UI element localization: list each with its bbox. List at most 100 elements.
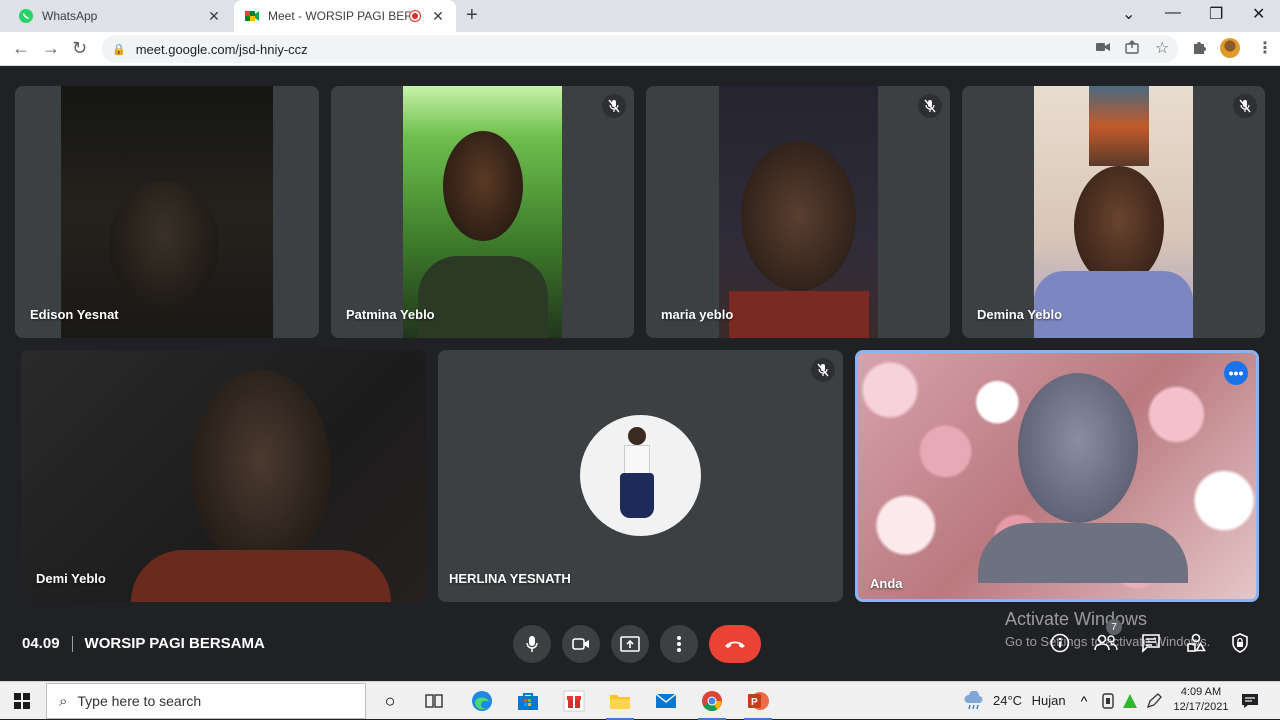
phone-hangup-icon	[725, 641, 745, 648]
person-image	[109, 181, 219, 311]
profile-avatar[interactable]	[1220, 38, 1240, 58]
chrome-icon[interactable]	[698, 689, 726, 720]
show-hidden-icons-chevron-icon[interactable]: ^	[1072, 689, 1096, 713]
participant-avatar	[580, 415, 701, 536]
host-controls-button[interactable]	[1231, 633, 1249, 653]
participant-tile[interactable]: Demina Yeblo	[962, 86, 1265, 338]
device-icon[interactable]	[1096, 689, 1120, 713]
chat-icon	[1142, 634, 1160, 653]
pen-icon[interactable]	[1142, 689, 1166, 713]
tab-close-icon[interactable]: ✕	[430, 8, 446, 25]
weather-text[interactable]: 24°C Hujan	[993, 693, 1066, 708]
person-image	[1074, 166, 1164, 286]
mic-off-icon	[811, 358, 835, 382]
participant-tile[interactable]: HERLINA YESNATH	[438, 350, 843, 602]
close-window-icon[interactable]: ✕	[1252, 4, 1265, 24]
person-image	[131, 550, 391, 602]
mic-off-icon	[1233, 94, 1257, 118]
participant-tile[interactable]: Edison Yesnat	[15, 86, 319, 338]
participant-name: maria yeblo	[661, 307, 734, 322]
video-camera-icon	[572, 638, 589, 650]
participant-name: Edison Yesnat	[30, 307, 119, 322]
camera-icon[interactable]	[1096, 40, 1110, 56]
url-text: meet.google.com/jsd-hniy-ccz	[135, 41, 308, 57]
participant-name: Demina Yeblo	[977, 307, 1063, 322]
minimize-icon[interactable]: —	[1165, 4, 1181, 22]
person-image	[620, 473, 654, 518]
powerpoint-icon[interactable]: P	[744, 689, 772, 720]
person-image	[443, 131, 523, 241]
participant-tile[interactable]: Patmina Yeblo	[331, 86, 634, 338]
meeting-name: WORSIP PAGI BERSAMA	[84, 635, 265, 652]
shield-lock-icon	[1232, 633, 1248, 653]
participant-tile[interactable]: Demi Yeblo	[21, 350, 426, 602]
participant-name: Demi Yeblo	[36, 571, 106, 586]
participant-name: Patmina Yeblo	[346, 307, 435, 322]
weather-temperature: 24°C	[993, 693, 1023, 708]
clock-time: 4:09 AM	[1180, 686, 1222, 698]
person-image	[1018, 373, 1138, 523]
microphone-button[interactable]	[513, 625, 551, 663]
forward-icon[interactable]: →	[42, 38, 60, 59]
mail-icon[interactable]	[654, 689, 678, 713]
system-clock[interactable]: 4:09 AM 12/17/2021	[1170, 685, 1232, 715]
bookmark-star-icon[interactable]: ☆	[1155, 38, 1169, 58]
weather-rain-icon[interactable]	[962, 689, 986, 713]
back-icon[interactable]: ←	[12, 38, 30, 59]
video-feed	[21, 350, 426, 602]
info-icon	[1050, 633, 1070, 653]
microsoft-store-icon[interactable]	[516, 689, 540, 713]
more-options-button[interactable]	[660, 625, 698, 663]
search-icon: ⌕	[59, 692, 68, 710]
meeting-details-button[interactable]	[1050, 633, 1070, 653]
app-triangle-icon[interactable]	[1118, 689, 1142, 713]
people-count-badge: 7	[1106, 619, 1122, 635]
more-options-icon[interactable]: •••	[1224, 361, 1248, 385]
more-vert-icon	[677, 636, 681, 652]
participant-name: Anda	[870, 576, 903, 591]
person-image	[978, 523, 1188, 583]
chrome-menu-icon[interactable]: ⋮	[1257, 38, 1273, 58]
cortana-icon[interactable]: ○	[378, 689, 402, 713]
windows-start-icon[interactable]	[10, 689, 34, 713]
camera-button[interactable]	[562, 625, 600, 663]
person-image	[624, 445, 650, 475]
svg-text:P: P	[751, 697, 758, 708]
file-explorer-icon[interactable]	[606, 689, 634, 720]
tab-meet[interactable]: Meet - WORSIP PAGI BERSAMA ✕	[234, 0, 456, 32]
present-screen-icon	[620, 636, 640, 652]
notifications-icon[interactable]	[1238, 689, 1262, 713]
people-button[interactable]: 7	[1094, 619, 1122, 651]
activities-button[interactable]	[1186, 633, 1206, 653]
divider	[71, 635, 73, 652]
taskbar-search-input[interactable]: ⌕ Type here to search	[46, 683, 366, 719]
tab-search-chevron-icon[interactable]: ⌄	[1122, 4, 1135, 24]
tab-whatsapp[interactable]: WhatsApp ✕	[8, 0, 232, 32]
video-feed	[858, 353, 1256, 599]
share-icon[interactable]	[1125, 40, 1139, 57]
google-meet-icon	[244, 8, 260, 24]
mic-off-icon	[602, 94, 626, 118]
person-image	[741, 141, 856, 291]
edge-browser-icon[interactable]	[470, 689, 494, 713]
task-view-icon[interactable]	[422, 689, 446, 713]
gift-app-icon[interactable]	[562, 689, 586, 713]
tab-close-icon[interactable]: ✕	[206, 8, 222, 25]
meet-main: Edison Yesnat Patmina Yeblo maria yeblo	[0, 67, 1280, 680]
meeting-time: 04.09	[22, 635, 60, 652]
reload-icon[interactable]: ↻	[72, 38, 87, 59]
leave-call-button[interactable]	[709, 625, 761, 663]
chat-button[interactable]	[1141, 633, 1161, 653]
extensions-icon[interactable]	[1192, 40, 1206, 57]
new-tab-icon[interactable]: +	[466, 4, 478, 27]
present-screen-button[interactable]	[611, 625, 649, 663]
participant-tile[interactable]: maria yeblo	[646, 86, 950, 338]
person-image	[1034, 271, 1193, 338]
person-image	[418, 256, 548, 338]
address-bar[interactable]: 🔒 meet.google.com/jsd-hniy-ccz	[102, 35, 1178, 63]
video-feed	[61, 86, 273, 338]
self-view-tile[interactable]: ••• Anda	[855, 350, 1259, 602]
whatsapp-icon	[18, 8, 34, 24]
maximize-icon[interactable]: ❐	[1209, 4, 1223, 24]
person-image	[628, 427, 646, 445]
